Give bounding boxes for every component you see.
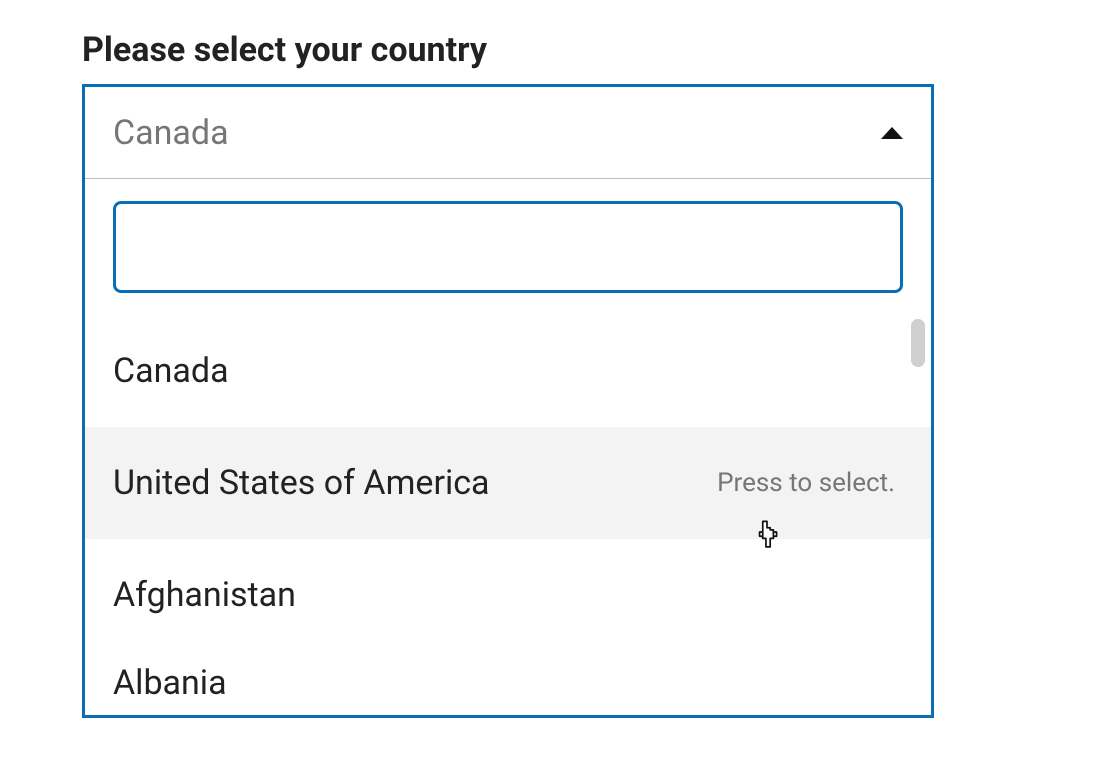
options-list: Canada United States of America Press to…	[85, 315, 931, 715]
country-search-input[interactable]	[113, 201, 903, 293]
combobox-selected-value: Canada	[113, 113, 229, 153]
country-option-usa[interactable]: United States of America Press to select…	[85, 427, 931, 539]
option-label: United States of America	[113, 463, 490, 503]
country-option-canada[interactable]: Canada	[85, 315, 931, 427]
options-area: Canada United States of America Press to…	[85, 315, 931, 715]
option-label: Canada	[113, 351, 229, 391]
country-option-albania[interactable]: Albania	[85, 651, 931, 715]
option-label: Albania	[113, 663, 227, 703]
option-label: Afghanistan	[113, 575, 296, 615]
search-wrapper	[85, 179, 931, 315]
country-combobox: Canada Canada United States of America P…	[82, 84, 934, 718]
country-option-afghanistan[interactable]: Afghanistan	[85, 539, 931, 651]
field-label: Please select your country	[82, 30, 1116, 70]
combobox-toggle[interactable]: Canada	[85, 87, 931, 179]
caret-up-icon	[881, 127, 903, 139]
option-hover-hint: Press to select.	[717, 468, 895, 498]
